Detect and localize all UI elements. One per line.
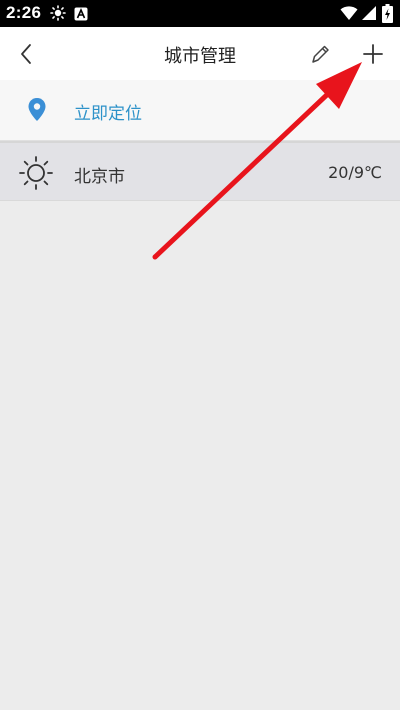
city-row[interactable]: 北京市 20/9℃ [0,141,400,201]
locate-now-label: 立即定位 [74,104,142,124]
locate-now-row[interactable]: 立即定位 [0,80,400,141]
sun-icon [50,5,66,25]
wifi-icon [340,5,358,25]
signal-icon [361,5,377,25]
location-pin-icon [28,98,46,126]
edit-button[interactable] [305,39,335,69]
add-button[interactable] [358,39,388,69]
pencil-icon [312,45,329,63]
status-time: 2:26 [6,3,42,22]
city-temperature: 20/9℃ [328,163,382,182]
status-bar: 2:26 [0,0,400,27]
plus-icon [363,44,383,64]
page-title: 城市管理 [164,46,236,67]
app-bar: 城市管理 [0,27,400,80]
city-name: 北京市 [74,167,125,187]
a-notification-icon [74,6,88,25]
sun-icon [18,155,54,195]
battery-charging-icon [382,4,393,27]
screen: 2:26 城市管理 立即定位 北京市 20/9℃ [0,0,400,710]
